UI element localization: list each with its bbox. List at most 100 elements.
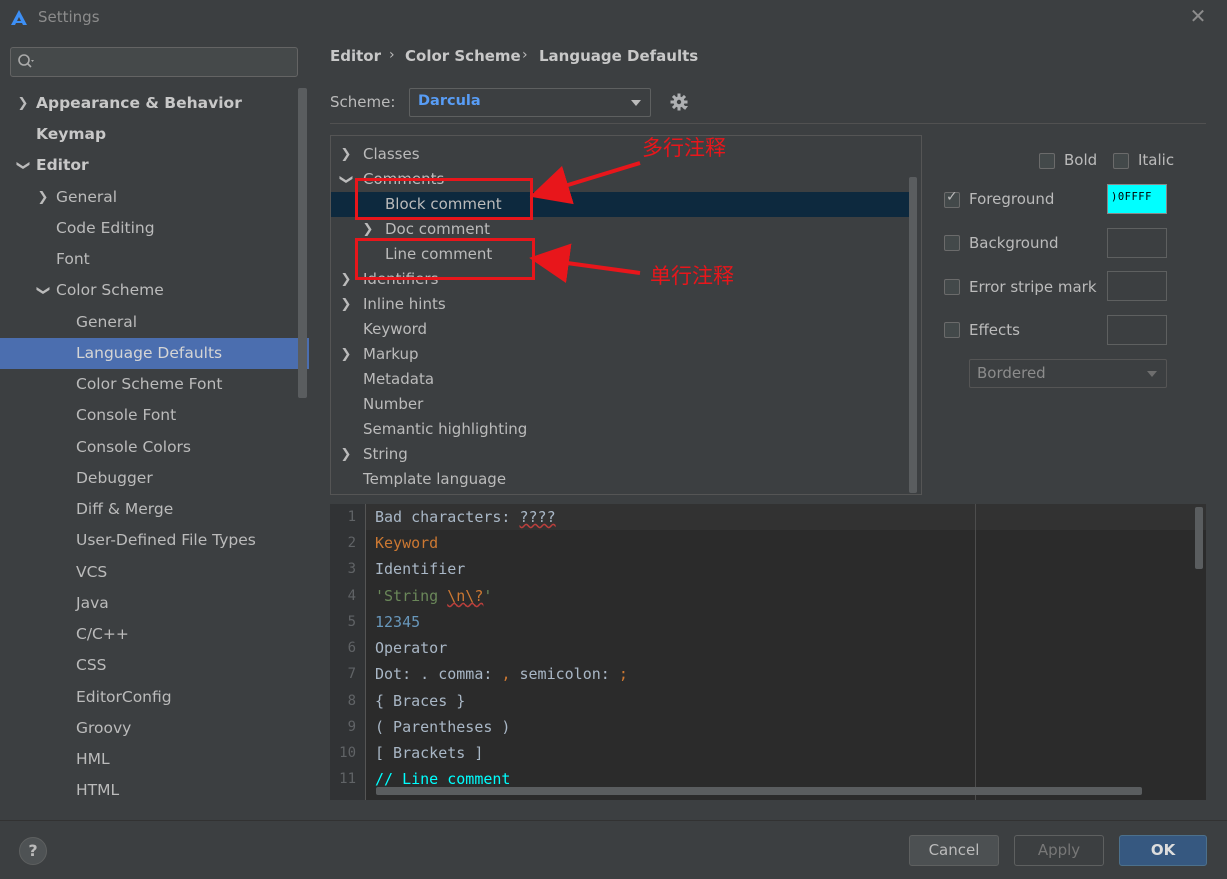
sidebar-item-diff-merge[interactable]: Diff & Merge (0, 494, 300, 525)
foreground-label: Foreground (969, 190, 1055, 208)
effects-type-dropdown[interactable]: Bordered (969, 359, 1167, 388)
code-line: Bad characters: ???? (375, 508, 556, 526)
sidebar-item-label: Color Scheme (56, 281, 164, 299)
code-text: Dot: (375, 665, 421, 683)
sidebar-item-console-font[interactable]: Console Font (0, 400, 300, 431)
sidebar-item-font[interactable]: Font (0, 244, 300, 275)
background-color-swatch[interactable] (1107, 228, 1167, 258)
semicolon-text: ; (618, 665, 628, 683)
sidebar-item-editorconfig[interactable]: EditorConfig (0, 682, 300, 713)
foreground-color-swatch[interactable]: )0FFFF (1107, 184, 1167, 214)
sidebar-item-user-defined-file-types[interactable]: User-Defined File Types (0, 525, 300, 556)
effects-label: Effects (969, 321, 1020, 339)
bold-checkbox[interactable] (1039, 153, 1055, 169)
sidebar-item-label: Editor (36, 156, 89, 174)
line-number: 11 (339, 771, 356, 787)
sidebar-item-color-scheme-general[interactable]: General (0, 307, 300, 338)
sidebar-item-label: Java (76, 594, 109, 612)
code-line: Dot: . comma: , semicolon: ; (375, 665, 628, 683)
right-margin-guide (975, 504, 976, 800)
error-stripe-label: Error stripe mark (969, 278, 1097, 296)
line-number: 9 (347, 719, 356, 735)
tree-item-number[interactable]: Number (331, 392, 909, 417)
error-stripe-color-swatch[interactable] (1107, 271, 1167, 301)
code-line: Keyword (375, 534, 438, 552)
chevron-down-icon: ❯ (35, 285, 51, 296)
error-stripe-checkbox[interactable] (944, 279, 960, 295)
tree-item-keyword[interactable]: Keyword (331, 317, 909, 342)
effects-color-swatch[interactable] (1107, 315, 1167, 345)
tree-item-classes[interactable]: ❯ Classes (331, 142, 909, 167)
tree-item-string[interactable]: ❯ String (331, 442, 909, 467)
code-line: 'String \n\?' (375, 587, 492, 605)
chevron-down-icon (631, 100, 641, 106)
tree-item-metadata[interactable]: Metadata (331, 367, 909, 392)
dialog-footer: ? Cancel Apply OK (0, 820, 1227, 879)
sidebar-item-groovy[interactable]: Groovy (0, 713, 300, 744)
sidebar-item-keymap[interactable]: Keymap (0, 119, 300, 150)
main-panel: Editor › Color Scheme › Language Default… (309, 36, 1227, 820)
scheme-value: Darcula (418, 93, 481, 109)
sidebar-item-label: Appearance & Behavior (36, 94, 242, 112)
editor-horizontal-scrollbar[interactable] (376, 787, 1142, 795)
chevron-right-icon: ❯ (340, 297, 352, 312)
bad-characters-text: ???? (519, 508, 556, 526)
effects-checkbox[interactable] (944, 322, 960, 338)
tree-item-label: Template language (363, 470, 507, 488)
chevron-right-icon: ❯ (37, 190, 49, 205)
sidebar-item-language-defaults[interactable]: Language Defaults (0, 338, 309, 369)
chevron-right-icon: ❯ (340, 147, 352, 162)
help-button[interactable]: ? (19, 837, 47, 865)
braces-text: { Braces } (375, 692, 466, 710)
tree-scrollbar[interactable] (909, 177, 917, 493)
background-checkbox[interactable] (944, 235, 960, 251)
line-comment-highlight-box (355, 238, 535, 280)
settings-sidebar: ❯ Appearance & Behavior Keymap ❯ Editor … (0, 36, 309, 820)
sidebar-item-console-colors[interactable]: Console Colors (0, 432, 300, 463)
apply-button[interactable]: Apply (1014, 835, 1104, 866)
breadcrumb-editor[interactable]: Editor (330, 47, 381, 65)
sidebar-item-general[interactable]: ❯ General (0, 182, 300, 213)
foreground-checkbox[interactable] (944, 189, 960, 208)
breadcrumb-color-scheme[interactable]: Color Scheme (405, 47, 521, 65)
tree-item-inline-hints[interactable]: ❯ Inline hints (331, 292, 909, 317)
sidebar-item-css[interactable]: CSS (0, 650, 300, 681)
keyword-text: Keyword (375, 534, 439, 552)
chevron-right-icon: ❯ (17, 96, 29, 111)
gear-icon[interactable] (669, 92, 689, 112)
sidebar-scrollbar[interactable] (298, 88, 307, 398)
scheme-dropdown[interactable]: Darcula (409, 88, 651, 117)
sidebar-item-hml[interactable]: HML (0, 744, 300, 775)
tree-item-template-language[interactable]: Template language (331, 467, 909, 492)
sidebar-item-label: Language Defaults (76, 344, 223, 362)
sidebar-item-java[interactable]: Java (0, 588, 300, 619)
code-line: Operator (375, 639, 447, 657)
brackets-text: [ Brackets ] (375, 744, 484, 762)
preview-editor[interactable]: 1 2 3 4 5 6 7 8 9 10 11 Bad characters: … (330, 504, 1206, 800)
editor-vertical-scrollbar[interactable] (1195, 507, 1203, 569)
sidebar-item-color-scheme-font[interactable]: Color Scheme Font (0, 369, 300, 400)
close-icon[interactable]: ✕ (1186, 4, 1210, 28)
sidebar-item-label: CSS (76, 656, 107, 674)
parentheses-text: ( Parentheses ) (375, 718, 511, 736)
sidebar-item-html[interactable]: HTML (0, 775, 300, 806)
sidebar-item-c-cpp[interactable]: C/C++ (0, 619, 300, 650)
line-number: 5 (347, 614, 356, 630)
sidebar-item-editor[interactable]: ❯ Editor (0, 150, 300, 181)
ok-button[interactable]: OK (1119, 835, 1207, 866)
sidebar-item-code-editing[interactable]: Code Editing (0, 213, 300, 244)
line-number: 10 (339, 745, 356, 761)
code-line: Identifier (375, 560, 465, 578)
scheme-label: Scheme: (330, 93, 396, 111)
bold-label: Bold (1064, 151, 1098, 169)
tree-item-semantic-highlighting[interactable]: Semantic highlighting (331, 417, 909, 442)
italic-checkbox[interactable] (1113, 153, 1129, 169)
sidebar-item-appearance-behavior[interactable]: ❯ Appearance & Behavior (0, 88, 300, 119)
sidebar-item-vcs[interactable]: VCS (0, 557, 300, 588)
sidebar-item-label: HTML (76, 781, 120, 799)
tree-item-markup[interactable]: ❯ Markup (331, 342, 909, 367)
search-input[interactable] (10, 47, 298, 77)
sidebar-item-color-scheme[interactable]: ❯ Color Scheme (0, 275, 300, 306)
cancel-button[interactable]: Cancel (909, 835, 999, 866)
sidebar-item-debugger[interactable]: Debugger (0, 463, 300, 494)
